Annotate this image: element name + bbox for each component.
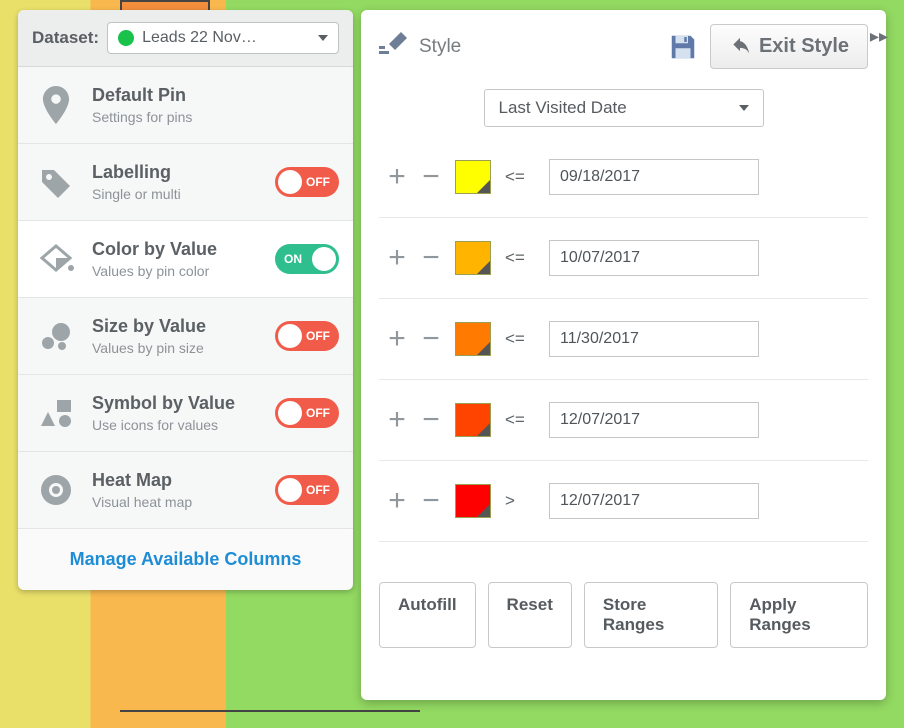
section-title: Labelling: [92, 162, 261, 183]
section-title: Color by Value: [92, 239, 261, 260]
symbol-by-value-toggle[interactable]: OFF: [275, 398, 339, 428]
chevron-down-icon: [739, 105, 749, 111]
field-select[interactable]: Last Visited Date: [484, 89, 764, 127]
range-row: +− <=: [379, 380, 868, 461]
section-sub: Single or multi: [92, 186, 261, 202]
color-swatch[interactable]: [455, 241, 491, 275]
sidebar-item-color-by-value[interactable]: Color by Value Values by pin color ON: [18, 221, 353, 298]
remove-range-button[interactable]: −: [421, 324, 441, 354]
store-ranges-button[interactable]: Store Ranges: [584, 582, 718, 648]
manage-columns-link[interactable]: Manage Available Columns: [18, 529, 353, 590]
section-title: Symbol by Value: [92, 393, 261, 414]
section-sub: Values by pin size: [92, 340, 261, 356]
dataset-row: Dataset: Leads 22 Nov…: [18, 10, 353, 67]
sidebar-item-labelling[interactable]: Labelling Single or multi OFF: [18, 144, 353, 221]
color-swatch[interactable]: [455, 322, 491, 356]
chevron-down-icon: [318, 35, 328, 41]
range-operator: <=: [505, 167, 535, 187]
color-swatch[interactable]: [455, 160, 491, 194]
sidebar-item-symbol-by-value[interactable]: Symbol by Value Use icons for values OFF: [18, 375, 353, 452]
remove-range-button[interactable]: −: [421, 486, 441, 516]
range-operator: <=: [505, 248, 535, 268]
exit-style-button[interactable]: Exit Style: [710, 24, 868, 69]
sidebar-item-size-by-value[interactable]: Size by Value Values by pin size OFF: [18, 298, 353, 375]
add-range-button[interactable]: +: [387, 405, 407, 435]
range-value-input[interactable]: [549, 159, 759, 195]
section-title: Size by Value: [92, 316, 261, 337]
heat-map-toggle[interactable]: OFF: [275, 475, 339, 505]
save-button[interactable]: [668, 32, 698, 62]
chevron-down-icon: [477, 342, 490, 355]
add-range-button[interactable]: +: [387, 324, 407, 354]
range-value-input[interactable]: [549, 240, 759, 276]
dataset-selected-text: Leads 22 Nov…: [142, 29, 310, 47]
range-value-input[interactable]: [549, 483, 759, 519]
style-panel: ▸▸ Style Exit Style Last Visited Date +−…: [361, 10, 886, 700]
add-range-button[interactable]: +: [387, 486, 407, 516]
size-by-value-toggle[interactable]: OFF: [275, 321, 339, 351]
dataset-status-dot: [118, 30, 134, 46]
undo-icon: [729, 37, 751, 57]
apply-ranges-button[interactable]: Apply Ranges: [730, 582, 868, 648]
range-row: +− <=: [379, 299, 868, 380]
range-operator: <=: [505, 329, 535, 349]
color-swatch[interactable]: [455, 484, 491, 518]
field-selected: Last Visited Date: [499, 98, 627, 118]
range-operator: >: [505, 491, 535, 511]
expand-icon[interactable]: ▸▸: [870, 26, 888, 47]
remove-range-button[interactable]: −: [421, 162, 441, 192]
autofill-button[interactable]: Autofill: [379, 582, 476, 648]
chevron-down-icon: [477, 261, 490, 274]
range-row: +− <=: [379, 218, 868, 299]
dataset-label: Dataset:: [32, 28, 99, 48]
labelling-toggle[interactable]: OFF: [275, 167, 339, 197]
style-sidebar: Dataset: Leads 22 Nov… Default Pin Setti…: [18, 10, 353, 590]
color-by-value-toggle[interactable]: ON: [275, 244, 339, 274]
range-operator: <=: [505, 410, 535, 430]
pin-icon: [34, 86, 78, 124]
range-row: +− >: [379, 461, 868, 542]
chevron-down-icon: [477, 504, 490, 517]
app-panels: Dataset: Leads 22 Nov… Default Pin Setti…: [18, 10, 886, 700]
dataset-select[interactable]: Leads 22 Nov…: [107, 22, 339, 54]
heatmap-icon: [34, 473, 78, 507]
chevron-down-icon: [477, 180, 490, 193]
section-sub: Values by pin color: [92, 263, 261, 279]
chevron-down-icon: [477, 423, 490, 436]
section-title: Default Pin: [92, 85, 339, 106]
range-value-input[interactable]: [549, 321, 759, 357]
paint-bucket-icon: [34, 244, 78, 274]
style-title: Style: [419, 36, 656, 58]
sidebar-item-heat-map[interactable]: Heat Map Visual heat map OFF: [18, 452, 353, 529]
action-buttons: Autofill Reset Store Ranges Apply Ranges: [379, 582, 868, 648]
brush-icon: [379, 32, 407, 61]
sidebar-item-default-pin[interactable]: Default Pin Settings for pins: [18, 67, 353, 144]
color-swatch[interactable]: [455, 403, 491, 437]
range-row: +− <=: [379, 137, 868, 218]
reset-button[interactable]: Reset: [488, 582, 572, 648]
ranges-list: +−<=+−<=+−<=+−<=+−>: [379, 137, 868, 542]
add-range-button[interactable]: +: [387, 243, 407, 273]
shapes-icon: [34, 398, 78, 428]
bubbles-icon: [34, 321, 78, 351]
range-value-input[interactable]: [549, 402, 759, 438]
section-sub: Visual heat map: [92, 494, 261, 510]
remove-range-button[interactable]: −: [421, 405, 441, 435]
section-sub: Use icons for values: [92, 417, 261, 433]
section-sub: Settings for pins: [92, 109, 339, 125]
section-title: Heat Map: [92, 470, 261, 491]
remove-range-button[interactable]: −: [421, 243, 441, 273]
tag-icon: [34, 166, 78, 198]
add-range-button[interactable]: +: [387, 162, 407, 192]
